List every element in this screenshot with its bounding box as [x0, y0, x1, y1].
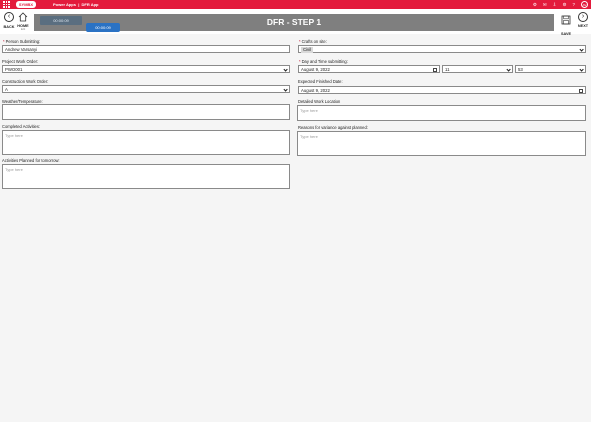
detailed-work-location-label: Detailed Work Location	[298, 99, 341, 104]
activities-planned-label: Activities Planned for tomorrow:	[2, 158, 60, 163]
construction-work-order-value: A	[5, 87, 8, 92]
next-button[interactable]: › NEXT	[575, 12, 591, 28]
save-button[interactable]: SAVE	[558, 12, 574, 36]
app-title: Power Apps | DFR App	[53, 2, 99, 7]
calendar-icon[interactable]	[432, 67, 437, 72]
project-work-order-dropdown[interactable]: PWO001	[2, 65, 290, 73]
timer-primary: 00:00:09	[40, 16, 82, 25]
timer-secondary: 00:00:09	[86, 23, 120, 32]
crafts-on-site-label: *Crafts on site:	[299, 39, 327, 44]
construction-work-order-label: Construction Work Order:	[2, 79, 49, 84]
weather-temperature-field[interactable]	[2, 104, 290, 120]
expected-finished-date-value: August 9, 2022	[301, 88, 330, 93]
completed-activities-field[interactable]: Type here	[2, 130, 290, 155]
person-submitting-field[interactable]: Andrew Varsanyi	[2, 45, 290, 53]
chevron-right-icon: ›	[578, 12, 588, 22]
save-label: SAVE	[560, 32, 572, 36]
submit-hour-dropdown[interactable]: 11	[442, 65, 513, 73]
day-time-submitting-label: *Day and Time submitting:	[299, 59, 348, 64]
reasons-variance-label: Reasons for variance against planned:	[298, 125, 368, 130]
gear-icon[interactable]: ⚙	[533, 0, 537, 9]
app-launcher-icon[interactable]	[3, 1, 10, 8]
submit-date-value: August 9, 2022	[301, 67, 330, 72]
home-sublabel: Edit	[20, 28, 26, 31]
completed-activities-label: Completed Activities:	[2, 124, 40, 129]
save-icon	[558, 12, 574, 30]
activities-planned-field[interactable]: Type here	[2, 164, 290, 189]
construction-work-order-dropdown[interactable]: A	[2, 85, 290, 93]
brand-logo: SYMBX	[16, 1, 36, 8]
chevron-down-icon	[579, 46, 584, 52]
expected-finished-date-label: Expected Finished Date:	[298, 79, 343, 84]
chevron-down-icon	[283, 86, 288, 92]
user-avatar[interactable]: AV	[581, 1, 588, 8]
home-icon	[14, 12, 32, 22]
crafts-on-site-chip[interactable]: Civil	[301, 47, 314, 53]
chevron-down-icon	[283, 66, 288, 72]
calendar-icon[interactable]	[578, 88, 583, 93]
app-top-bar: SYMBX Power Apps | DFR App ⚙ ✉ ⇩ ⚙ ? AV	[0, 0, 591, 9]
reasons-variance-field[interactable]: Type here	[297, 131, 586, 156]
submit-hour-value: 11	[445, 67, 450, 72]
chevron-down-icon	[579, 66, 584, 72]
chevron-left-icon: ‹	[4, 12, 14, 22]
download-icon[interactable]: ⇩	[553, 0, 557, 9]
home-button[interactable]: HOME Edit	[14, 12, 32, 31]
next-label: NEXT	[577, 24, 589, 28]
settings-icon[interactable]: ⚙	[562, 0, 566, 9]
crafts-on-site-dropdown[interactable]: Civil	[298, 45, 586, 53]
expected-finished-date-picker[interactable]: August 9, 2022	[298, 86, 586, 94]
person-submitting-label: *Person Submitting:	[3, 39, 41, 44]
project-work-order-label: Project Work Order:	[2, 59, 39, 64]
submit-date-picker[interactable]: August 9, 2022	[298, 65, 440, 73]
project-work-order-value: PWO001	[5, 67, 23, 72]
help-icon[interactable]: ?	[572, 0, 575, 9]
submit-minute-dropdown[interactable]: 53	[515, 65, 586, 73]
chevron-down-icon	[506, 66, 511, 72]
detailed-work-location-field[interactable]: Type here	[297, 105, 586, 121]
mail-icon[interactable]: ✉	[543, 0, 547, 9]
submit-minute-value: 53	[518, 67, 523, 72]
